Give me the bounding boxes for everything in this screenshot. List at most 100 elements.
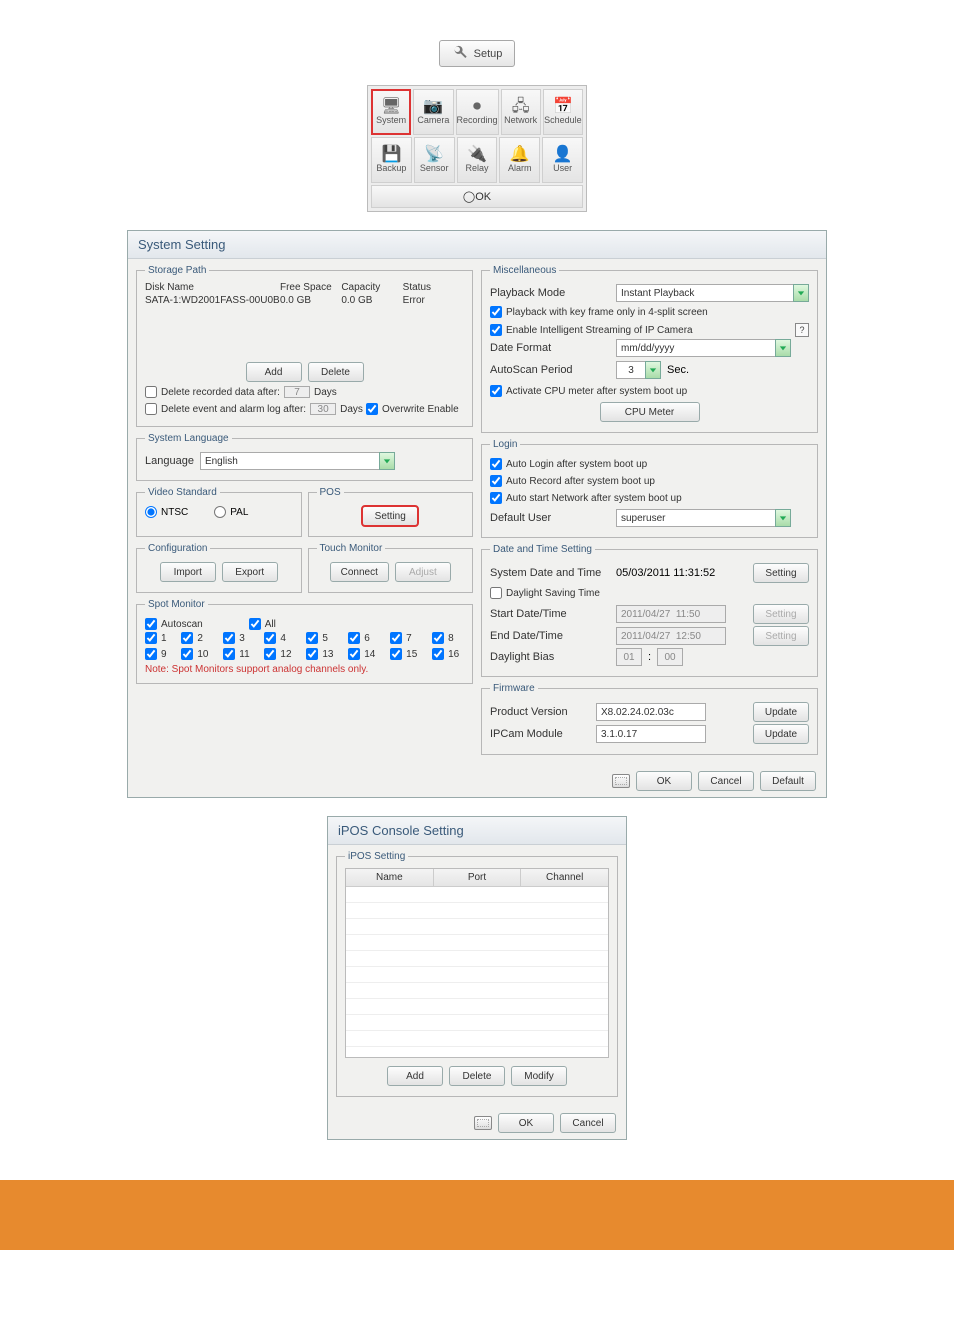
spot-monitor-group: Spot Monitor Autoscan All 12345678910111… (136, 599, 473, 684)
nav-schedule[interactable]: 📅Schedule (543, 89, 583, 135)
dropdown-arrow-icon[interactable] (775, 339, 791, 357)
intelligent-streaming-checkbox[interactable]: Enable Intelligent Streaming of IP Camer… (490, 324, 789, 336)
spot-ch-12[interactable]: 12 (264, 648, 296, 660)
dropdown-arrow-icon[interactable] (379, 452, 395, 470)
ipos-modify-button[interactable]: Modify (511, 1066, 567, 1086)
product-update-button[interactable]: Update (753, 702, 809, 722)
delete-recorded-checkbox[interactable]: Delete recorded data after: Days (145, 386, 337, 398)
spot-ch-5[interactable]: 5 (306, 632, 338, 644)
nav-system[interactable]: 🖥System (371, 89, 411, 135)
cpu-meter-checkbox[interactable]: Activate CPU meter after system boot up (490, 385, 687, 397)
auto-record-checkbox[interactable]: Auto Record after system boot up (490, 475, 655, 487)
overwrite-enable-checkbox[interactable]: Overwrite Enable (366, 403, 459, 415)
ipos-col-name: Name (346, 869, 434, 887)
autoscan-period-select[interactable] (616, 361, 646, 379)
storage-add-button[interactable]: Add (246, 362, 302, 382)
datetime-setting-button[interactable]: Setting (753, 563, 809, 583)
auto-login-checkbox[interactable]: Auto Login after system boot up (490, 458, 647, 470)
nav-camera[interactable]: 📷Camera (413, 89, 453, 135)
storage-path-group: Storage Path Disk Name Free Space Capaci… (136, 265, 473, 427)
setup-label: Setup (474, 48, 503, 60)
ipos-ok-button[interactable]: OK (498, 1113, 554, 1133)
schedule-icon: 📅 (553, 99, 573, 115)
spot-ch-1[interactable]: 1 (145, 632, 171, 644)
ipos-add-button[interactable]: Add (387, 1066, 443, 1086)
touch-adjust-button: Adjust (395, 562, 451, 582)
spot-ch-8[interactable]: 8 (432, 632, 464, 644)
record-icon: ⏺ (473, 99, 481, 115)
ipos-delete-button[interactable]: Delete (449, 1066, 505, 1086)
config-export-button[interactable]: Export (222, 562, 278, 582)
dst-checkbox[interactable]: Daylight Saving Time (490, 587, 600, 599)
help-icon[interactable]: ? (795, 323, 809, 337)
spot-ch-16[interactable]: 16 (432, 648, 464, 660)
date-format-label: Date Format (490, 342, 610, 354)
spot-all-checkbox[interactable]: All (249, 618, 276, 630)
playback-mode-select[interactable] (616, 284, 794, 302)
keyboard-icon[interactable] (474, 1116, 492, 1130)
wrench-icon (452, 44, 468, 63)
spot-ch-11[interactable]: 11 (223, 648, 254, 660)
nav-ok-button[interactable]: ◯OK (371, 185, 583, 208)
spot-ch-6[interactable]: 6 (348, 632, 380, 644)
touch-connect-button[interactable]: Connect (330, 562, 389, 582)
dst-start-value (616, 605, 726, 623)
system-default-button[interactable]: Default (760, 771, 816, 791)
pos-setting-button[interactable]: Setting (362, 506, 418, 526)
cpu-meter-button[interactable]: CPU Meter (600, 402, 700, 422)
date-format-select[interactable] (616, 339, 776, 357)
spot-ch-3[interactable]: 3 (223, 632, 254, 644)
nav-network[interactable]: 🖧Network (501, 89, 541, 135)
setup-button[interactable]: Setup (439, 40, 516, 67)
ipcam-module-label: IPCam Module (490, 728, 590, 740)
ipos-table[interactable]: Name Port Channel (345, 868, 609, 1058)
ipos-col-port: Port (434, 869, 522, 887)
dst-start-setting-button: Setting (753, 604, 809, 624)
storage-delete-button[interactable]: Delete (308, 362, 364, 382)
system-ok-button[interactable]: OK (636, 771, 692, 791)
auto-network-checkbox[interactable]: Auto start Network after system boot up (490, 492, 682, 504)
nav-sensor[interactable]: 📡Sensor (414, 137, 455, 183)
config-import-button[interactable]: Import (160, 562, 216, 582)
alarm-icon: 🔔 (510, 147, 530, 163)
nav-user[interactable]: 👤User (542, 137, 583, 183)
default-user-select[interactable] (616, 509, 776, 527)
spot-ch-4[interactable]: 4 (264, 632, 296, 644)
dropdown-arrow-icon[interactable] (775, 509, 791, 527)
dropdown-arrow-icon[interactable] (645, 361, 661, 379)
spot-ch-13[interactable]: 13 (306, 648, 338, 660)
camera-icon: 📷 (423, 99, 443, 115)
pal-radio[interactable]: PAL (214, 506, 248, 518)
keyframe-checkbox[interactable]: Playback with key frame only in 4-split … (490, 306, 708, 318)
spot-ch-10[interactable]: 10 (181, 648, 213, 660)
keyboard-icon[interactable] (612, 774, 630, 788)
sensor-icon: 📡 (424, 147, 444, 163)
ipos-window: iPOS Console Setting iPOS Setting Name P… (327, 816, 627, 1140)
nav-alarm[interactable]: 🔔Alarm (499, 137, 540, 183)
nav-backup[interactable]: 💾Backup (371, 137, 412, 183)
language-select[interactable] (200, 452, 380, 470)
delete-event-checkbox[interactable]: Delete event and alarm log after: Days (145, 403, 363, 415)
spot-ch-2[interactable]: 2 (181, 632, 213, 644)
nav-recording[interactable]: ⏺Recording (456, 89, 499, 135)
touch-monitor-group: Touch Monitor Connect Adjust (308, 543, 474, 593)
col-status: Status (403, 282, 464, 293)
storage-row[interactable]: SATA-1:WD2001FASS-00U0B 0.0 GB 0.0 GB Er… (145, 295, 464, 306)
ntsc-radio[interactable]: NTSC (145, 506, 188, 518)
ipos-setting-group: iPOS Setting Name Port Channel Add Delet… (336, 851, 618, 1097)
dropdown-arrow-icon[interactable] (793, 284, 809, 302)
autoscan-period-label: AutoScan Period (490, 364, 610, 376)
spot-ch-14[interactable]: 14 (348, 648, 380, 660)
ipcam-update-button[interactable]: Update (753, 724, 809, 744)
nav-relay[interactable]: 🔌Relay (457, 137, 498, 183)
spot-ch-9[interactable]: 9 (145, 648, 171, 660)
autoscan-checkbox[interactable]: Autoscan (145, 618, 203, 630)
language-label: Language (145, 455, 194, 467)
dst-start-label: Start Date/Time (490, 608, 610, 620)
monitor-icon: 🖥 (381, 99, 401, 115)
ipos-cancel-button[interactable]: Cancel (560, 1113, 616, 1133)
spot-ch-15[interactable]: 15 (390, 648, 422, 660)
system-cancel-button[interactable]: Cancel (698, 771, 754, 791)
bias-hours (616, 648, 642, 666)
spot-ch-7[interactable]: 7 (390, 632, 422, 644)
